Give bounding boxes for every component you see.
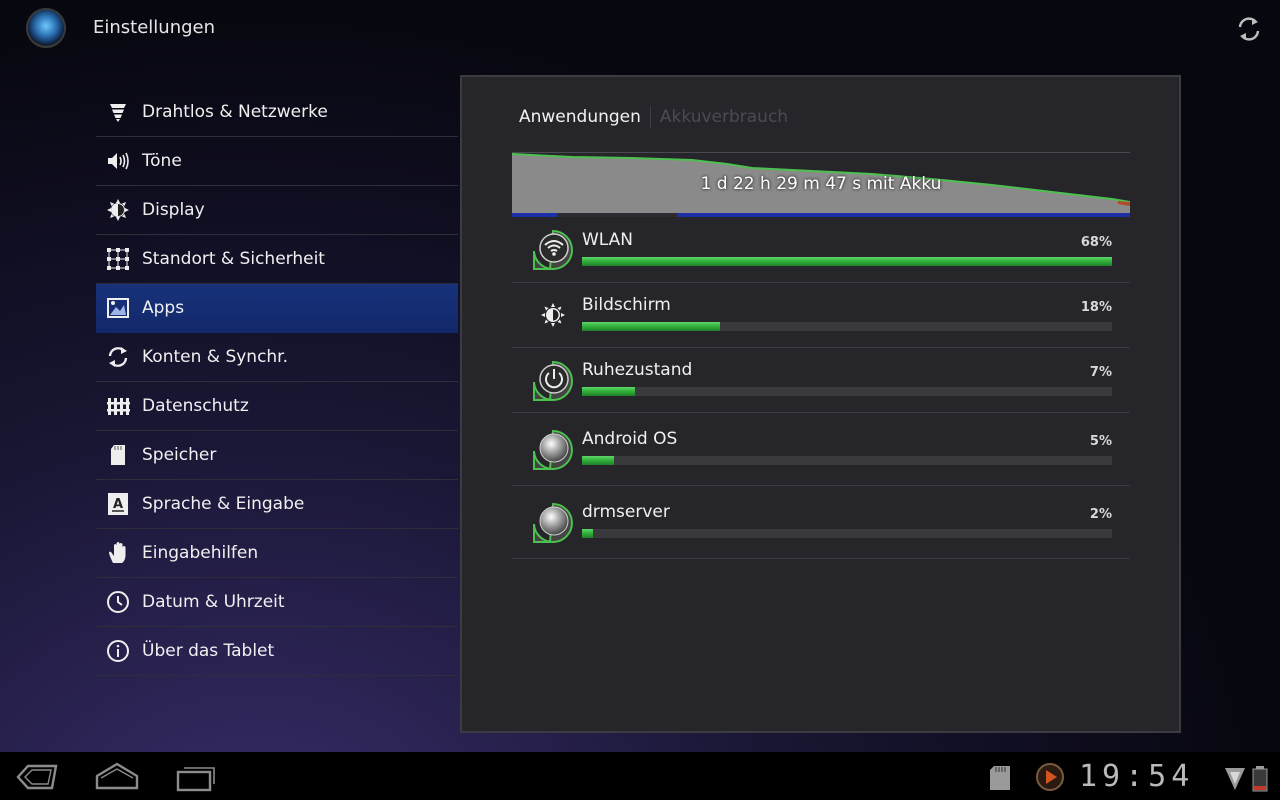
settings-app-icon[interactable] [26,8,66,48]
usage-bar-track [582,529,1112,538]
nav-item-accessibility[interactable]: Eingabehilfen [96,529,458,578]
nav-item-label: Über das Tablet [142,641,275,661]
wireless-icon [106,100,130,124]
storage-icon [106,443,130,467]
usage-name: Android OS [582,429,678,449]
nav-item-date-time[interactable]: Datum & Uhrzeit [96,578,458,627]
brightness-icon [530,293,576,339]
sound-icon [106,149,130,173]
svg-text:A: A [113,497,123,512]
usage-row-wlan[interactable]: WLAN 68% [512,217,1130,283]
nav-item-label: Eingabehilfen [142,543,259,563]
display-icon [106,198,130,222]
recent-apps-icon[interactable] [172,760,220,794]
nav-item-display[interactable]: Display [96,186,458,235]
usage-row-android-os[interactable]: Android OS 5% [512,413,1130,486]
back-icon[interactable] [14,760,62,794]
usage-bar-track [582,387,1112,396]
nav-item-label: Sprache & Eingabe [142,494,305,514]
nav-item-apps[interactable]: Apps [96,284,458,333]
wifi-drop-icon [530,227,576,273]
nav-item-privacy[interactable]: Datenschutz [96,382,458,431]
usage-name: drmserver [582,502,670,522]
nav-item-label: Drahtlos & Netzwerke [142,102,328,122]
nav-item-location-security[interactable]: Standort & Sicherheit [96,235,458,284]
action-bar: Einstellungen [0,0,1280,56]
usage-percent: 7% [1089,365,1112,380]
nav-item-label: Speicher [142,445,217,465]
signal-icon [1222,760,1248,794]
clock-icon [106,590,130,614]
nav-item-label: Datenschutz [142,396,249,416]
usage-row-screen[interactable]: Bildschirm 18% [512,283,1130,348]
battery-time-label: 1 d 22 h 29 m 47 s mit Akku [700,174,942,194]
nav-item-about-tablet[interactable]: Über das Tablet [96,627,458,676]
nav-item-label: Display [142,200,205,220]
home-icon[interactable] [93,760,141,794]
battery-history-graph[interactable]: 1 d 22 h 29 m 47 s mit Akku [511,152,1131,218]
nav-item-storage[interactable]: Speicher [96,431,458,480]
usage-row-idle[interactable]: Ruhezustand 7% [512,348,1130,413]
usage-percent: 68% [1080,235,1112,250]
battery-usage-panel: Anwendungen Akkuverbrauch 1 d 22 h 29 m … [460,75,1181,733]
nav-item-sound[interactable]: Töne [96,137,458,186]
privacy-icon [106,394,130,418]
media-play-icon[interactable] [1032,760,1068,794]
nav-item-label: Töne [142,151,182,171]
app-title: Einstellungen [93,17,216,38]
nav-item-label: Konten & Synchr. [142,347,289,367]
sd-card-icon[interactable] [986,760,1016,794]
usage-bar-fill [582,322,720,331]
usage-name: Ruhezustand [582,360,693,380]
usage-bar-track [582,456,1112,465]
refresh-icon[interactable] [1234,14,1264,44]
nav-item-label: Standort & Sicherheit [142,249,325,269]
nav-item-wireless[interactable]: Drahtlos & Netzwerke [96,88,458,137]
info-icon [106,639,130,663]
sync-icon [106,345,130,369]
nav-item-label: Datum & Uhrzeit [142,592,285,612]
status-clock: 19:54 [1079,759,1195,794]
usage-bar-fill [582,456,614,465]
tab-battery-usage[interactable]: Akkuverbrauch [660,107,788,127]
nav-item-language-input[interactable]: A Sprache & Eingabe [96,480,458,529]
usage-bar-fill [582,387,635,396]
usage-percent: 2% [1089,507,1112,522]
nav-item-accounts-sync[interactable]: Konten & Synchr. [96,333,458,382]
usage-name: Bildschirm [582,295,671,315]
nav-item-label: Apps [142,298,185,318]
panel-tabs: Anwendungen Akkuverbrauch [519,106,788,128]
language-icon: A [106,492,130,516]
apps-icon [106,296,130,320]
system-drop-icon [530,500,576,546]
usage-bar-fill [582,529,593,538]
tab-divider [649,106,651,128]
usage-percent: 18% [1080,300,1112,315]
location-grid-icon [106,247,130,271]
usage-bar-track [582,257,1112,266]
battery-icon [1250,760,1270,794]
tab-applications[interactable]: Anwendungen [519,107,641,127]
accessibility-icon [106,541,130,565]
usage-list: WLAN 68% Bildschirm 18% Ruhezustand 7% A… [512,217,1130,559]
system-drop-icon [530,427,576,473]
usage-bar-track [582,322,1112,331]
settings-nav: Drahtlos & Netzwerke Töne Display Stando… [96,88,458,676]
usage-row-drmserver[interactable]: drmserver 2% [512,486,1130,559]
usage-percent: 5% [1089,434,1112,449]
usage-bar-fill [582,257,1112,266]
power-drop-icon [530,358,576,404]
usage-name: WLAN [582,230,634,250]
